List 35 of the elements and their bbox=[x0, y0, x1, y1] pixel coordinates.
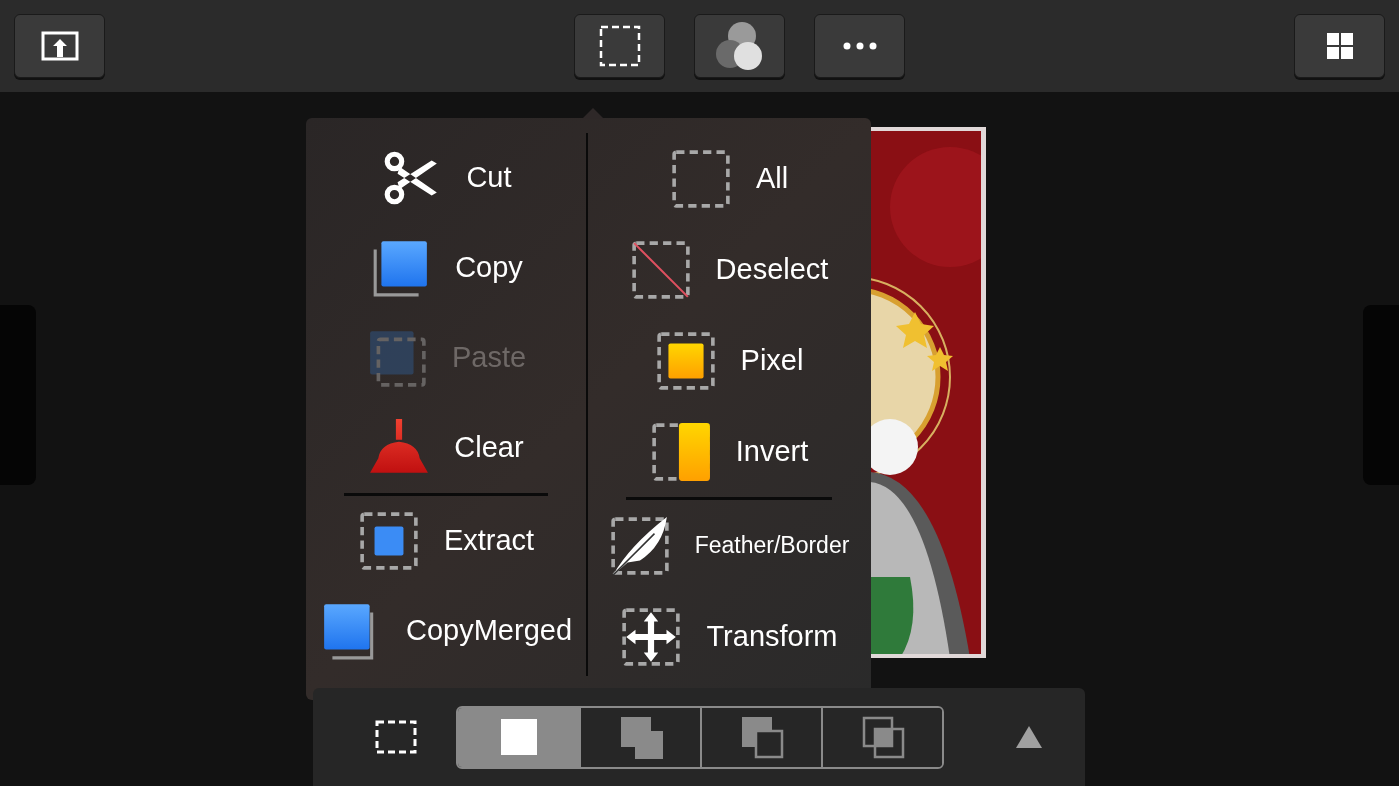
subtract-icon bbox=[739, 715, 784, 759]
menu-item-label[interactable]: Copy bbox=[455, 246, 523, 290]
menu-item-label[interactable]: Feather/Border bbox=[694, 528, 850, 563]
union-icon bbox=[618, 715, 663, 759]
more-button[interactable] bbox=[814, 14, 905, 78]
dashed-square-icon bbox=[598, 25, 641, 67]
pixel-icon bbox=[654, 329, 717, 392]
menu-item-label[interactable]: Pixel bbox=[740, 338, 804, 383]
more-icon bbox=[842, 42, 877, 50]
intersect-icon bbox=[860, 715, 905, 759]
menu-item-label[interactable]: Invert bbox=[735, 429, 809, 474]
invert-icon bbox=[649, 420, 712, 483]
menu-item-label[interactable]: CopyMerged bbox=[406, 609, 572, 653]
expand-arrow-icon[interactable] bbox=[1016, 726, 1042, 748]
export-button[interactable] bbox=[14, 14, 105, 78]
menu-item-label[interactable]: Cut bbox=[466, 156, 512, 200]
selection-button[interactable] bbox=[574, 14, 665, 78]
extract-icon bbox=[357, 509, 420, 572]
deselect-icon bbox=[629, 238, 692, 301]
move-icon bbox=[620, 605, 683, 668]
menu-item-label[interactable]: Transform bbox=[706, 614, 838, 659]
grid-button[interactable] bbox=[1294, 14, 1385, 78]
grid-icon bbox=[1326, 33, 1353, 59]
menu-item-label[interactable]: Deselect bbox=[715, 247, 829, 292]
dashed-square-icon bbox=[669, 147, 732, 210]
menu-item-label[interactable]: All bbox=[755, 156, 789, 201]
export-icon bbox=[40, 31, 79, 61]
dashed-rectangle-icon bbox=[375, 720, 417, 754]
pointer-arrow-icon bbox=[582, 108, 604, 119]
selection-mode-tab[interactable] bbox=[458, 707, 579, 767]
menu-item-label[interactable]: Clear bbox=[454, 426, 524, 470]
selection-mode-tab[interactable] bbox=[821, 707, 942, 767]
menu-item-label[interactable]: Extract bbox=[443, 519, 535, 563]
layers-button[interactable] bbox=[694, 14, 785, 78]
feather-icon bbox=[608, 514, 671, 577]
